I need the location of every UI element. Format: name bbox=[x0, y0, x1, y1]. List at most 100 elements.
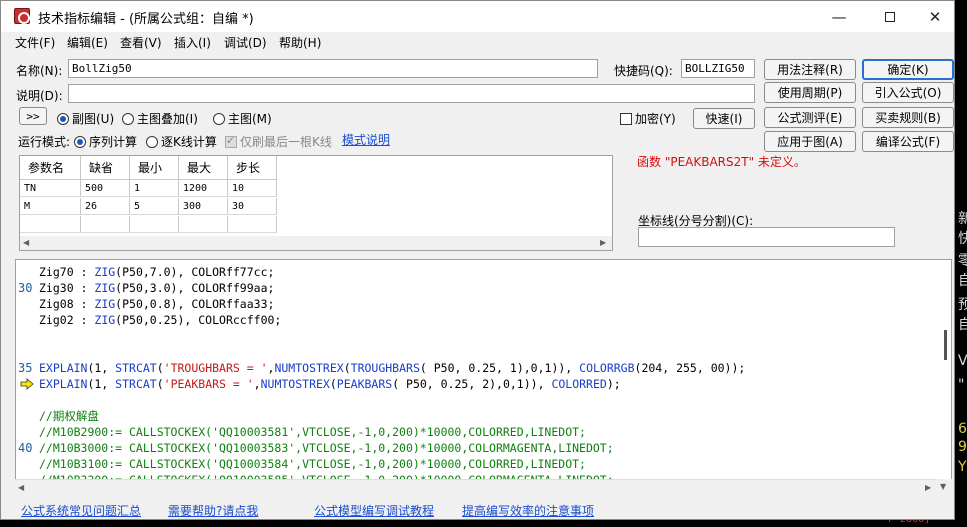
compile-formula-button[interactable]: 编译公式(F) bbox=[862, 131, 954, 152]
tutorial-link[interactable]: 公式模型编写调试教程 bbox=[314, 502, 434, 519]
code-line[interactable]: 40 //M10B3000:= CALLSTOCKEX('QQ10003583',… bbox=[16, 440, 936, 456]
expand-button[interactable]: >> bbox=[19, 107, 47, 125]
table-cell[interactable]: TN bbox=[20, 180, 81, 196]
maximize-button[interactable] bbox=[867, 1, 913, 32]
code-line[interactable]: Zig70 : ZIG(P50,7.0), COLORff77cc; bbox=[16, 264, 936, 280]
radio-main-overlay[interactable]: 主图叠加(I) bbox=[122, 110, 198, 127]
shortcut-input[interactable]: BOLLZIG50 bbox=[681, 59, 755, 78]
code-line[interactable]: 35 EXPLAIN(1, STRCAT('TROUGHBARS = ',NUMT… bbox=[16, 360, 936, 376]
code-line[interactable]: Zig08 : ZIG(P50,0.8), COLORffaa33; bbox=[16, 296, 936, 312]
name-label: 名称(N): bbox=[16, 64, 63, 78]
editor-scroll-thumb[interactable] bbox=[944, 330, 947, 360]
menu-view[interactable]: 查看(V) bbox=[120, 34, 162, 51]
formula-test-button[interactable]: 公式测评(E) bbox=[764, 107, 856, 128]
last-bar-only-label: 仅刷最后一根K线 bbox=[240, 135, 332, 149]
table-cell[interactable] bbox=[20, 216, 81, 232]
table-cell[interactable]: 10 bbox=[228, 180, 277, 196]
code-line[interactable]: Zig02 : ZIG(P50,0.25), COLORccff00; bbox=[16, 312, 936, 328]
confirm-button[interactable]: 确定(K) bbox=[862, 59, 954, 80]
table-cell[interactable]: 1 bbox=[130, 180, 179, 196]
column-header[interactable]: 参数名 bbox=[20, 156, 81, 179]
menu-insert[interactable]: 插入(I) bbox=[174, 34, 211, 51]
encrypt-label: 加密(Y) bbox=[635, 112, 676, 126]
scroll-left-icon[interactable]: ◀ bbox=[23, 238, 29, 247]
radio-sequence-calc[interactable]: 序列计算 bbox=[74, 133, 137, 150]
menu-file[interactable]: 文件(F) bbox=[15, 34, 55, 51]
axis-lines-input[interactable] bbox=[638, 227, 895, 247]
menu-help[interactable]: 帮助(H) bbox=[279, 34, 321, 51]
scroll-down-icon[interactable]: ▼ bbox=[940, 482, 946, 491]
table-cell[interactable]: 300 bbox=[179, 198, 228, 214]
code-line[interactable] bbox=[16, 328, 936, 344]
background-char: 快 bbox=[958, 231, 967, 247]
import-formula-button[interactable]: 引入公式(O) bbox=[862, 82, 954, 103]
table-row[interactable]: M 26 5 300 30 bbox=[20, 198, 277, 215]
table-cell[interactable] bbox=[228, 216, 277, 232]
parameter-table-header: 参数名 缺省 最小 最大 步长 bbox=[20, 156, 277, 180]
table-cell[interactable]: 26 bbox=[81, 198, 130, 214]
table-horizontal-scrollbar[interactable]: ◀ ▶ bbox=[20, 236, 612, 250]
code-line[interactable]: //期权解盘 bbox=[16, 408, 936, 424]
code-text: Zig70 : ZIG(P50,7.0), COLORff77cc; bbox=[39, 265, 275, 279]
scroll-right-icon[interactable]: ▶ bbox=[925, 483, 931, 492]
code-line[interactable] bbox=[16, 392, 936, 408]
radio-sub-chart[interactable]: 副图(U) bbox=[57, 110, 114, 127]
radio-per-bar-calc-label: 逐K线计算 bbox=[161, 135, 217, 149]
menu-debug[interactable]: 调试(D) bbox=[224, 34, 267, 51]
table-cell[interactable]: 1200 bbox=[179, 180, 228, 196]
parameter-table[interactable]: 参数名 缺省 最小 最大 步长 TN 500 1 1200 10 M 26 5 … bbox=[19, 155, 613, 251]
table-cell[interactable]: 30 bbox=[228, 198, 277, 214]
table-cell[interactable]: M bbox=[20, 198, 81, 214]
code-line[interactable] bbox=[16, 344, 936, 360]
table-cell[interactable] bbox=[179, 216, 228, 232]
radio-dot bbox=[74, 135, 86, 148]
scroll-left-icon[interactable]: ◀ bbox=[18, 483, 24, 492]
menu-edit[interactable]: 编辑(E) bbox=[67, 34, 108, 51]
table-row[interactable]: TN 500 1 1200 10 bbox=[20, 180, 277, 197]
column-header[interactable]: 最大 bbox=[179, 156, 228, 179]
last-bar-only-checkbox[interactable]: 仅刷最后一根K线 bbox=[225, 133, 332, 150]
background-char: 新 bbox=[958, 211, 967, 227]
radio-main-chart[interactable]: 主图(M) bbox=[213, 110, 272, 127]
table-cell[interactable]: 500 bbox=[81, 180, 130, 196]
background-chart-strip: 新快零自预自 V " 6 9 Y bbox=[955, 0, 967, 527]
code-editor[interactable]: Zig70 : ZIG(P50,7.0), COLORff77cc; 30 Zig3… bbox=[15, 259, 952, 494]
close-button[interactable]: ✕ bbox=[912, 1, 958, 32]
radio-per-bar-calc[interactable]: 逐K线计算 bbox=[146, 133, 217, 150]
trade-rules-button[interactable]: 买卖规则(B) bbox=[862, 107, 954, 128]
efficiency-tips-link[interactable]: 提高编写效率的注意事项 bbox=[462, 502, 594, 519]
table-cell[interactable] bbox=[130, 216, 179, 232]
code-line[interactable]: //M10B2900:= CALLSTOCKEX('QQ10003581',VT… bbox=[16, 424, 936, 440]
code-text: //M10B3100:= CALLSTOCKEX('QQ10003584',VT… bbox=[39, 457, 586, 471]
description-input[interactable] bbox=[68, 84, 755, 103]
use-period-button[interactable]: 使用周期(P) bbox=[764, 82, 856, 103]
minimize-button[interactable]: — bbox=[816, 1, 862, 32]
editor-horizontal-scrollbar[interactable]: ◀ ▶ bbox=[15, 479, 937, 494]
title-bar[interactable]: 技术指标编辑 - (所属公式组：自编 *) — ✕ bbox=[1, 1, 954, 32]
line-number: 35 bbox=[18, 361, 33, 375]
encrypt-checkbox[interactable]: 加密(Y) bbox=[620, 110, 676, 127]
name-input[interactable]: BollZig50 bbox=[68, 59, 598, 78]
code-text: Zig08 : ZIG(P50,0.8), COLORffaa33; bbox=[39, 297, 275, 311]
table-cell[interactable]: 5 bbox=[130, 198, 179, 214]
scroll-right-icon[interactable]: ▶ bbox=[600, 238, 606, 247]
quick-button[interactable]: 快速(I) bbox=[693, 108, 755, 129]
table-row[interactable] bbox=[20, 216, 277, 233]
code-text: Zig30 : ZIG(P50,3.0), COLORff99aa; bbox=[39, 281, 275, 295]
code-line[interactable]: EXPLAIN(1, STRCAT('PEAKBARS = ',NUMTOSTR… bbox=[16, 376, 936, 392]
radio-dot bbox=[122, 112, 134, 125]
column-header[interactable]: 缺省 bbox=[81, 156, 130, 179]
code-text: EXPLAIN(1, STRCAT('PEAKBARS = ',NUMTOSTR… bbox=[39, 377, 621, 391]
column-header[interactable]: 步长 bbox=[228, 156, 277, 179]
help-link[interactable]: 需要帮助?请点我 bbox=[168, 502, 258, 519]
table-cell[interactable] bbox=[81, 216, 130, 232]
faq-link[interactable]: 公式系统常见问题汇总 bbox=[21, 502, 141, 519]
usage-note-button[interactable]: 用法注释(R) bbox=[764, 59, 856, 80]
footer-links: 公式系统常见问题汇总 需要帮助?请点我 公式模型编写调试教程 提高编写效率的注意… bbox=[1, 499, 954, 519]
column-header[interactable]: 最小 bbox=[130, 156, 179, 179]
code-line[interactable]: 30 Zig30 : ZIG(P50,3.0), COLORff99aa; bbox=[16, 280, 936, 296]
code-line[interactable]: //M10B3100:= CALLSTOCKEX('QQ10003584',VT… bbox=[16, 456, 936, 472]
apply-to-chart-button[interactable]: 应用于图(A) bbox=[764, 131, 856, 152]
background-char: 自 bbox=[958, 273, 967, 289]
mode-help-link[interactable]: 模式说明 bbox=[342, 131, 390, 148]
